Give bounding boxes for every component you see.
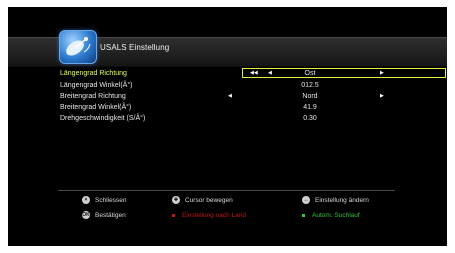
green-button-icon	[302, 213, 305, 217]
arrow-right-icon[interactable]: ▶	[380, 68, 384, 79]
setting-value: Nord	[302, 93, 318, 100]
legend-close[interactable]: × Schliessen	[82, 196, 126, 206]
setting-label: Längengrad Richtung	[60, 70, 127, 77]
setting-label: Drehgeschwindigkeit (S/Â°)	[60, 115, 146, 122]
legend-red-button[interactable]: Einstellung nach Land	[172, 211, 246, 221]
setting-row-longitude-angle[interactable]: Längengrad Winkel(Â°) 012.5	[56, 80, 401, 91]
setting-label: Breitengrad Richtung	[60, 93, 126, 100]
legend-change[interactable]: ↔ Einstellung ändern	[302, 196, 369, 206]
setting-row-latitude-angle[interactable]: Breitengrad Winkel(Â°) 41.9	[56, 102, 401, 113]
legend-label: Cursor bewegen	[185, 197, 233, 204]
tv-screen: USALS Einstellung Längengrad Richtung ◀◀…	[8, 7, 447, 246]
ok-button-icon: OK	[82, 211, 90, 220]
setting-value: Ost	[304, 70, 316, 77]
exit-button-icon: ×	[82, 196, 90, 205]
setting-value: 012.5	[301, 82, 319, 89]
legend-label: Bestätigen	[95, 212, 126, 219]
setting-value: 0.30	[303, 115, 317, 122]
legend-cursor[interactable]: ✚ Cursor bewegen	[172, 196, 233, 206]
arrow-left-icon[interactable]: ◀	[228, 91, 232, 102]
legend-label: Schliessen	[95, 197, 127, 204]
setting-value: 41.9	[303, 104, 317, 111]
arrow-right-icon[interactable]: ▶	[380, 91, 384, 102]
setting-row-latitude-direction[interactable]: Breitengrad Richtung ◀ Nord ▶	[56, 91, 401, 102]
setting-label: Breitengrad Winkel(Â°)	[60, 104, 132, 111]
fast-rewind-icon[interactable]: ◀◀	[250, 68, 258, 79]
legend-label: Einstellung ändern	[315, 197, 369, 204]
red-button-icon	[172, 213, 175, 217]
setting-row-rotation-speed[interactable]: Drehgeschwindigkeit (S/Â°) 0.30	[56, 113, 401, 124]
page-title: USALS Einstellung	[100, 43, 170, 52]
left-right-button-icon: ↔	[302, 196, 310, 205]
satellite-dish-icon	[59, 30, 97, 64]
setting-row-longitude-direction[interactable]: Längengrad Richtung ◀◀ ◀ Ost ▶	[56, 68, 446, 79]
legend-green-button[interactable]: Autom. Suchlauf	[302, 211, 360, 221]
dpad-icon: ✚	[172, 196, 180, 205]
legend-label: Autom. Suchlauf	[312, 212, 360, 219]
legend-label: Einstellung nach Land	[182, 212, 246, 219]
divider	[58, 190, 395, 191]
setting-label: Längengrad Winkel(Â°)	[60, 82, 133, 89]
legend-confirm[interactable]: OK Bestätigen	[82, 211, 126, 221]
